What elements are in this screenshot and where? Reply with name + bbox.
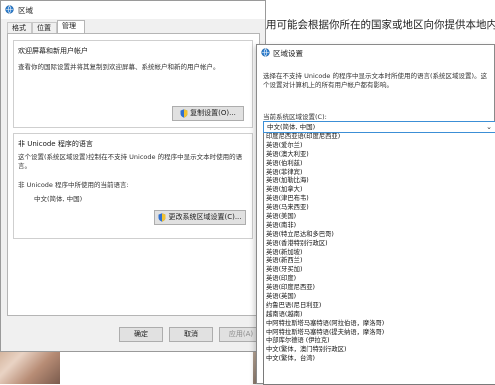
ok-button[interactable]: 确定 [119,327,163,342]
locale-option[interactable]: 英语(印度尼西亚) [264,284,495,293]
locale-option[interactable]: 越南语(越南) [264,311,495,320]
copy-settings-label: 复制设置(O)... [190,109,236,117]
locale-option[interactable]: 中阿特拉斯塔马塞特语(阿拉伯语，摩洛哥) [264,320,495,329]
locale-option[interactable]: 印度尼西亚语(印度尼西亚) [264,133,495,142]
locale-option[interactable]: 英语(津巴布韦) [264,195,495,204]
locale-option[interactable]: 英语(加勒比海) [264,177,495,186]
region-settings-titlebar[interactable]: 区域设置 [257,45,494,61]
locale-option[interactable]: 英语(英国) [264,293,495,302]
tab-administrative[interactable]: 管理 [57,20,85,33]
non-unicode-group-text: 这个设置(系统区域设置)控制在不支持 Unicode 的程序中显示文本时使用的语… [18,153,243,170]
change-system-locale-label: 更改系统区域设置(C)... [168,213,242,221]
locale-option[interactable]: 英语(加拿大) [264,186,495,195]
welcome-group-text: 查看你的国际设置并将其复制到欢迎屏幕、系统帐户和新的用户帐户。 [18,63,220,71]
region-window-title: 区域 [18,6,33,15]
system-locale-dropdown[interactable]: 中文(简体, 中国) ⌄ [263,121,495,133]
shield-icon [158,212,166,222]
non-unicode-group: 非 Unicode 程序的语言 这个设置(系统区域设置)控制在不支持 Unico… [13,133,253,239]
welcome-group-title: 欢迎屏幕和新用户帐户 [18,47,88,55]
tab-formats[interactable]: 格式 [7,22,32,33]
background-page-text: 用可能会根据你所在的国家或地区向你提供本地内容 [266,19,495,31]
shield-icon [180,108,188,118]
locale-option[interactable]: 英语(爱尔兰) [264,142,495,151]
chevron-down-icon: ⌄ [486,123,492,131]
locale-option[interactable]: 英语(澳大利亚) [264,151,495,160]
tab-location[interactable]: 位置 [32,22,57,33]
region-window-titlebar[interactable]: 区域 [1,1,265,19]
copy-settings-button[interactable]: 复制设置(O)... [172,106,244,121]
administrative-panel: 欢迎屏幕和新用户帐户 查看你的国际设置并将其复制到欢迎屏幕、系统帐户和新的用户帐… [7,33,260,316]
change-system-locale-button[interactable]: 更改系统区域设置(C)... [154,210,246,225]
region-settings-title: 区域设置 [273,49,303,58]
locale-option[interactable]: 英语(南非) [264,222,495,231]
locale-option[interactable]: 英语(马来西亚) [264,204,495,213]
system-locale-value: 中文(简体, 中国) [267,123,316,131]
region-globe-icon [5,5,14,14]
system-locale-options-list[interactable]: 印度尼西亚语(印度尼西亚) 英语(爱尔兰) 英语(澳大利亚) 英语(伯利兹) 英语(菲律… [263,133,495,385]
locale-option[interactable]: 约鲁巴语(尼日利亚) [264,302,495,311]
current-system-locale-label: 当前系统区域设置(C): [263,113,327,121]
locale-option[interactable]: 中文(繁体，台湾) [264,355,495,364]
region-globe-icon [261,48,270,57]
current-language-label: 非 Unicode 程序中所使用的当前语言: [18,181,129,189]
locale-option[interactable]: 英语(伯利兹) [264,160,495,169]
region-window: 区域 格式 位置 管理 欢迎屏幕和新用户帐户 查看你的国际设置并将其复制到欢迎屏… [0,0,266,352]
cancel-button[interactable]: 取消 [169,327,213,342]
locale-option[interactable]: 中文(繁体，澳门特别行政区) [264,346,495,355]
locale-option[interactable]: 英语(特立尼达和多巴哥) [264,231,495,240]
non-unicode-group-title: 非 Unicode 程序的语言 [18,140,93,148]
region-settings-dialog: 区域设置 选择在不支持 Unicode 的程序中显示文本时所使用的语言(系统区域… [256,44,495,385]
current-language-value: 中文(简体, 中国) [34,195,83,203]
locale-option[interactable]: 英语(美国) [264,213,495,222]
region-settings-description: 选择在不支持 Unicode 的程序中显示文本时所使用的语言(系统区域设置)。这… [263,72,488,89]
locale-option[interactable]: 英语(牙买加) [264,266,495,275]
locale-option[interactable]: 英语(印度) [264,275,495,284]
welcome-screen-group: 欢迎屏幕和新用户帐户 查看你的国际设置并将其复制到欢迎屏幕、系统帐户和新的用户帐… [13,40,253,128]
locale-option[interactable]: 英语(香港特别行政区) [264,240,495,249]
